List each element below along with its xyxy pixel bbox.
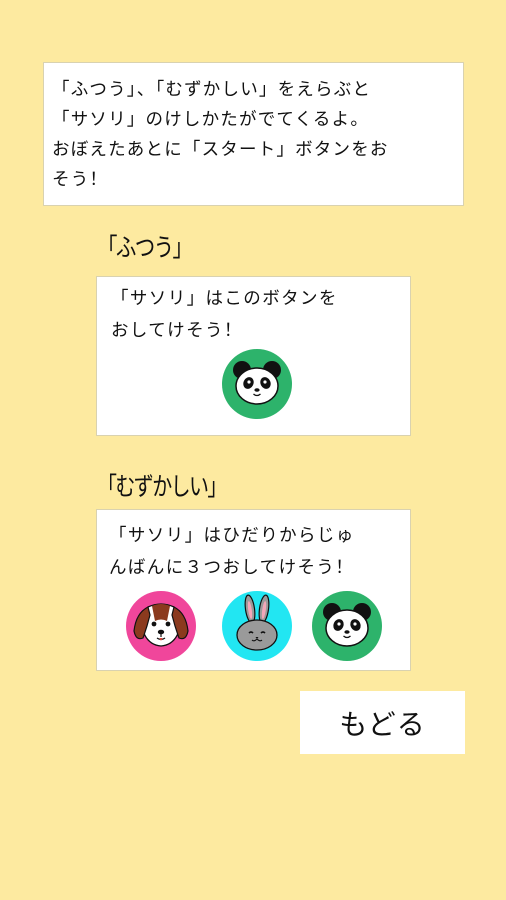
description-line: 「サソリ」はこのボタンを [111, 289, 338, 309]
description-line: んばんに３つおしてけそう！ [109, 558, 355, 578]
normal-mode-card: 「サソリ」はこのボタンを おしてけそう！ [96, 276, 411, 436]
panda-icon [323, 603, 371, 647]
hard-mode-card: 「サソリ」はひだりからじゅ んばんに３つおしてけそう！ [96, 509, 411, 671]
panda-button[interactable] [312, 591, 382, 661]
dog-icon [133, 603, 189, 647]
description-line: おしてけそう！ [111, 321, 243, 341]
normal-mode-heading: 「ふつう」 [97, 233, 193, 262]
rabbit-button[interactable] [222, 591, 292, 661]
instruction-line: 「ふつう」、「むずかしい」をえらぶと [52, 80, 372, 100]
panda-icon [233, 361, 281, 405]
rabbit-icon [236, 594, 278, 651]
instruction-line: そう！ [52, 170, 109, 190]
normal-mode-description: 「サソリ」はこのボタンを おしてけそう！ [111, 283, 338, 347]
instruction-line: おぼえたあとに「スタート」ボタンをお [52, 140, 389, 160]
hard-mode-description: 「サソリ」はひだりからじゅ んばんに３つおしてけそう！ [109, 520, 355, 584]
back-button[interactable]: もどる [300, 691, 465, 754]
dog-button[interactable] [126, 591, 196, 661]
panda-button[interactable] [222, 349, 292, 419]
instructions-panel: 「ふつう」、「むずかしい」をえらぶと 「サソリ」のけしかたがでてくるよ。 おぼえ… [43, 62, 464, 206]
instruction-line: 「サソリ」のけしかたがでてくるよ。 [52, 110, 370, 130]
description-line: 「サソリ」はひだりからじゅ [109, 526, 355, 546]
hard-mode-heading: 「むずかしい」 [97, 472, 227, 501]
